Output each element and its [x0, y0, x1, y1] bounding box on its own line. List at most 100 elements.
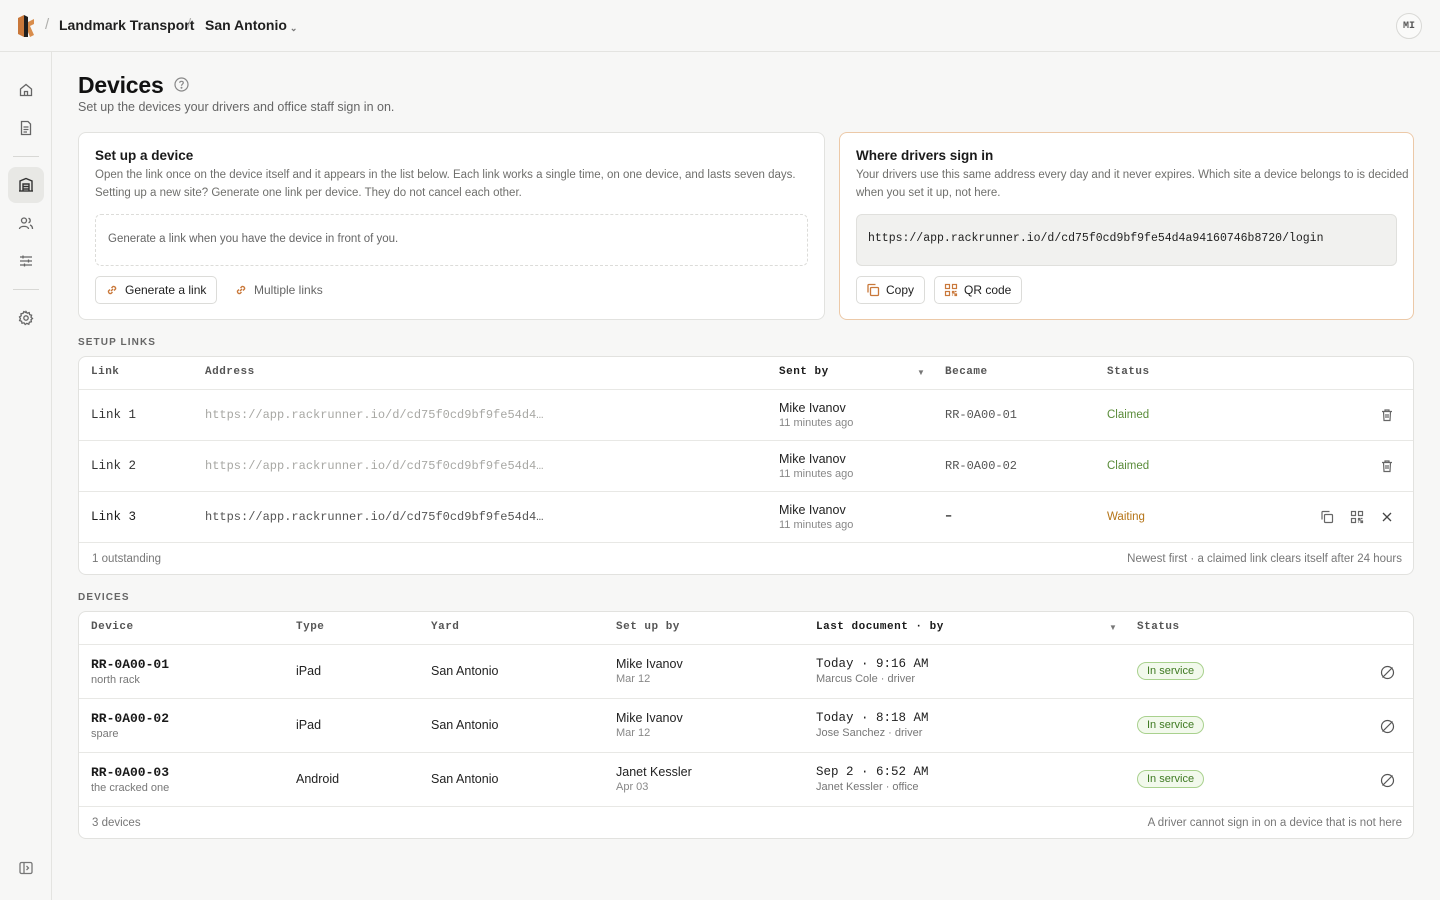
column-header-device-status[interactable]: Status — [1137, 621, 1180, 633]
gear-icon — [18, 310, 34, 326]
table-row[interactable]: Link 3 https://app.rackrunner.io/d/cd75f… — [79, 491, 1413, 542]
column-header-yard[interactable]: Yard — [431, 621, 459, 633]
multiple-links-label: Multiple links — [254, 283, 323, 297]
show-qr-button[interactable] — [1346, 506, 1368, 528]
setup-by-name: Mike Ivanov — [616, 711, 683, 725]
copy-url-button[interactable]: Copy — [856, 276, 926, 304]
sort-descending-icon[interactable]: ▼ — [917, 368, 925, 377]
sidebar-item-documents[interactable] — [8, 110, 44, 146]
link-icon — [107, 285, 117, 295]
help-icon[interactable] — [174, 77, 189, 95]
status-badge: In service — [1137, 770, 1205, 788]
signin-card-description: Your drivers use this same address every… — [856, 166, 1409, 202]
delete-link-button[interactable] — [1376, 404, 1398, 426]
generate-link-button[interactable]: Generate a link — [95, 276, 218, 304]
device-yard: San Antonio — [431, 718, 499, 732]
qr-code-icon — [1350, 510, 1364, 524]
collapse-sidebar-button[interactable] — [8, 850, 44, 886]
sidebar-item-devices[interactable] — [8, 167, 44, 203]
chevron-down-icon: ⌄ — [289, 23, 298, 33]
sent-by-name: Mike Ivanov — [779, 452, 846, 466]
column-header-sent-by[interactable]: Sent by — [779, 366, 829, 378]
retire-device-button[interactable] — [1376, 715, 1398, 737]
table-row[interactable]: RR-0A00-02 spare iPad San Antonio Mike I… — [79, 698, 1413, 752]
sent-by-cell: Mike Ivanov 11 minutes ago — [779, 503, 853, 531]
device-yard: San Antonio — [431, 772, 499, 786]
site-switcher-label: San Antonio — [205, 17, 287, 33]
setup-by-cell: Mike Ivanov Mar 12 — [616, 711, 683, 739]
status-badge: In service — [1137, 662, 1205, 680]
link-address[interactable]: https://app.rackrunner.io/d/cd75f0cd9bf9… — [205, 510, 543, 524]
home-icon — [19, 83, 33, 97]
app-logo-icon[interactable] — [15, 14, 37, 38]
column-header-set-up-by[interactable]: Set up by — [616, 621, 680, 633]
setup-card-title: Set up a device — [95, 148, 194, 163]
copy-link-button[interactable] — [1316, 506, 1338, 528]
device-cell: RR-0A00-02 spare — [91, 711, 169, 740]
sent-by-name: Mike Ivanov — [779, 503, 846, 517]
sent-by-time: 11 minutes ago — [779, 468, 854, 480]
column-header-link[interactable]: Link — [91, 366, 119, 378]
devices-footer-note: A driver cannot sign in on a device that… — [1147, 817, 1402, 829]
users-icon — [18, 217, 34, 230]
column-header-type[interactable]: Type — [296, 621, 324, 633]
sort-descending-icon[interactable]: ▼ — [1109, 623, 1117, 632]
retire-device-button[interactable] — [1376, 661, 1398, 683]
device-id: RR-0A00-03 — [91, 765, 170, 780]
setup-links-footer-note: Newest first · a claimed link clears its… — [1127, 553, 1402, 565]
sidebar-item-adjustments[interactable] — [8, 243, 44, 279]
column-header-last-document[interactable]: Last document · by — [816, 621, 944, 633]
column-header-became[interactable]: Became — [945, 366, 988, 378]
copy-icon — [867, 283, 880, 297]
signin-url-field[interactable]: https://app.rackrunner.io/d/cd75f0cd9bf9… — [856, 214, 1397, 266]
device-type: iPad — [296, 664, 322, 678]
device-note: north rack — [91, 674, 140, 686]
table-row[interactable]: Link 2 https://app.rackrunner.io/d/cd75f… — [79, 440, 1413, 491]
last-document-time: Today · 9:16 AM — [816, 657, 929, 671]
breadcrumb-org[interactable]: Landmark Transport — [59, 17, 194, 33]
setup-links-section-label: SETUP LINKS — [78, 337, 157, 348]
top-bar: / Landmark Transport / San Antonio ⌄ MI — [0, 0, 1440, 52]
status-text: Claimed — [1107, 409, 1150, 421]
sidebar-item-settings[interactable] — [8, 300, 44, 336]
status-badge-label: In service — [1137, 662, 1205, 680]
multiple-links-button[interactable]: Multiple links — [224, 276, 334, 304]
sidebar — [0, 52, 52, 900]
sent-by-time: 11 minutes ago — [779, 519, 854, 531]
link-name: Link 1 — [91, 408, 137, 422]
breadcrumb-separator: / — [187, 16, 192, 33]
column-header-status[interactable]: Status — [1107, 366, 1150, 378]
status-text: Waiting — [1107, 511, 1145, 523]
page-subtitle: Set up the devices your drivers and offi… — [78, 100, 395, 114]
last-document-cell: Sep 2 · 6:52 AM Janet Kessler · office — [816, 765, 929, 793]
sent-by-name: Mike Ivanov — [779, 401, 846, 415]
site-switcher[interactable]: San Antonio ⌄ — [205, 17, 297, 33]
sidebar-item-home[interactable] — [8, 72, 44, 108]
retire-device-button[interactable] — [1376, 769, 1398, 791]
setup-links-footer: 1 outstanding Newest first · a claimed l… — [79, 542, 1413, 574]
disable-icon — [1380, 665, 1394, 679]
cancel-link-button[interactable] — [1376, 506, 1398, 528]
device-id: RR-0A00-01 — [91, 657, 170, 672]
device-yard: San Antonio — [431, 664, 499, 678]
generate-link-placeholder: Generate a link when you have the device… — [95, 214, 808, 266]
setup-device-card: Set up a device Open the link once on th… — [78, 132, 825, 320]
table-row[interactable]: RR-0A00-03 the cracked one Android San A… — [79, 752, 1413, 806]
table-row[interactable]: RR-0A00-01 north rack iPad San Antonio M… — [79, 644, 1413, 698]
page-title: Devices — [78, 72, 164, 98]
qr-code-button[interactable]: QR code — [934, 276, 1023, 304]
delete-link-button[interactable] — [1376, 455, 1398, 477]
avatar[interactable]: MI — [1396, 13, 1422, 39]
link-name: Link 2 — [91, 459, 137, 473]
column-header-address[interactable]: Address — [205, 366, 255, 378]
trash-icon — [1382, 460, 1392, 473]
became-device: – — [945, 509, 953, 523]
device-count: 3 devices — [92, 817, 141, 829]
devices-footer: 3 devices A driver cannot sign in on a d… — [79, 806, 1413, 838]
table-row[interactable]: Link 1 https://app.rackrunner.io/d/cd75f… — [79, 389, 1413, 440]
sidebar-item-people[interactable] — [8, 205, 44, 241]
column-header-device[interactable]: Device — [91, 621, 134, 633]
signin-desc-line: Your drivers use this same address every… — [856, 169, 1409, 181]
sent-by-cell: Mike Ivanov 11 minutes ago — [779, 401, 853, 429]
setup-desc-line: Open the link once on the device itself … — [95, 169, 796, 181]
